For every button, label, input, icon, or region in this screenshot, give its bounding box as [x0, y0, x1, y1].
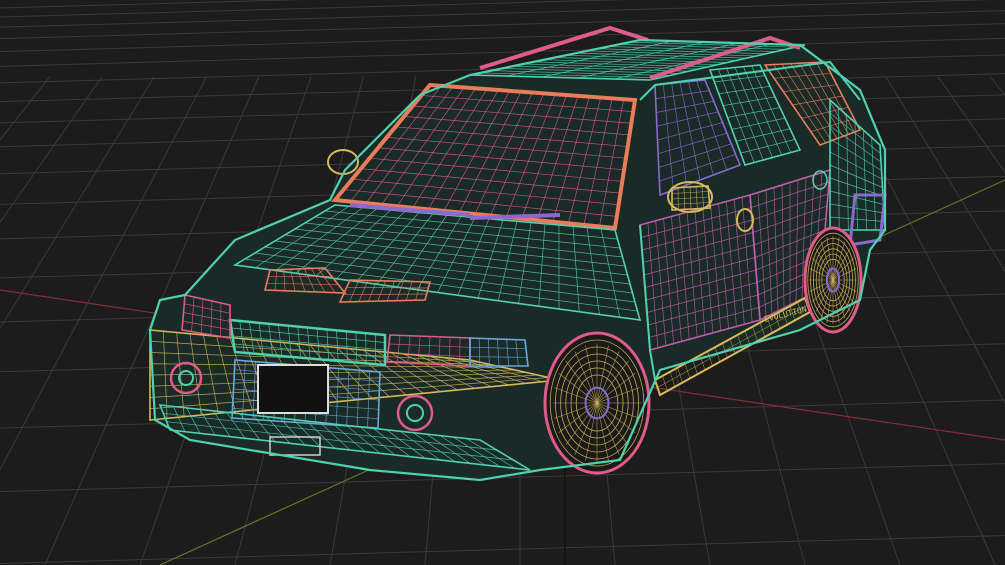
car-wireframe[interactable]	[148, 25, 887, 482]
license-plate	[257, 364, 329, 414]
front-wheel	[543, 331, 651, 475]
wireframe-scene[interactable]: EVOLUTION	[0, 0, 1005, 565]
rear-wheel	[803, 226, 863, 334]
3d-viewport[interactable]: EVOLUTION	[0, 0, 1005, 565]
